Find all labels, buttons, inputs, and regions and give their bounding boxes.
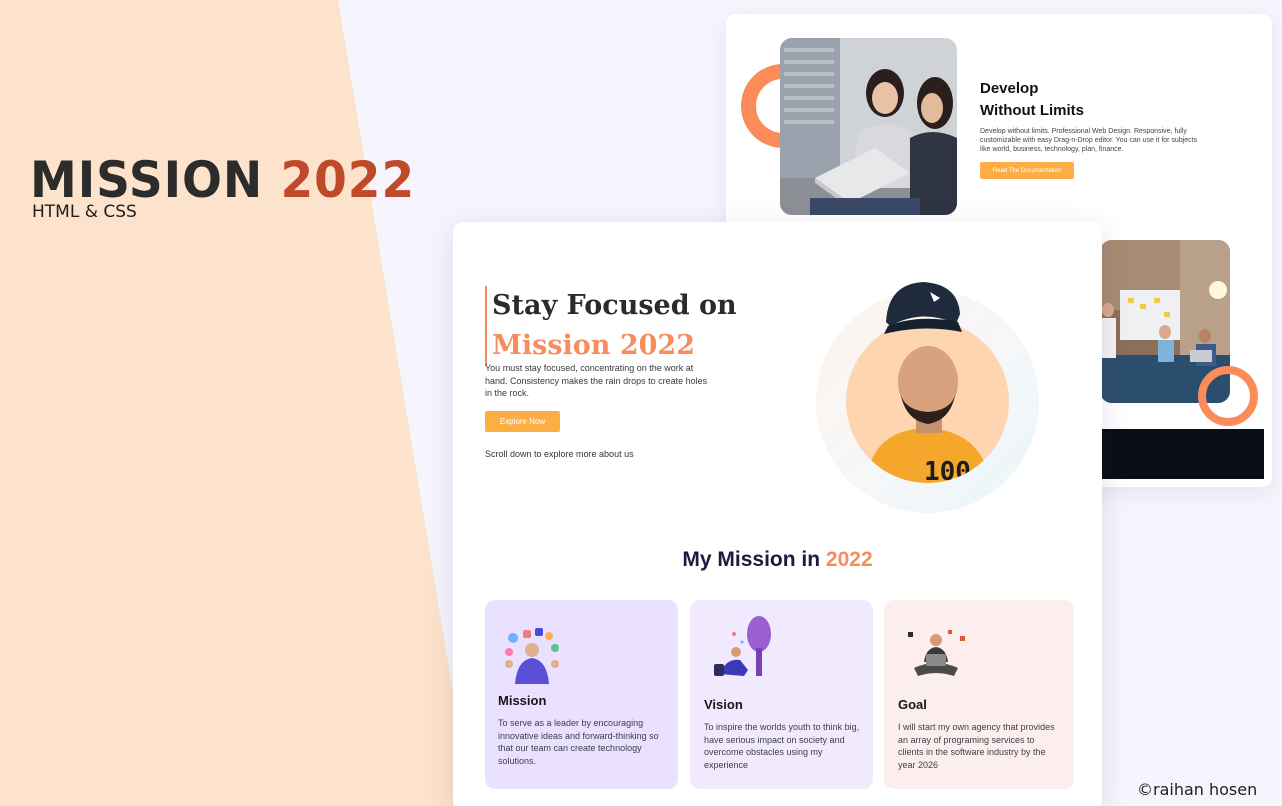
hero-heading: Stay Focused on Mission 2022	[485, 286, 737, 366]
front-preview-card: Stay Focused on Mission 2022 You must st…	[453, 222, 1102, 806]
brand-title-word: MISSION	[30, 151, 264, 209]
develop-title: Develop Without Limits	[980, 78, 1084, 122]
meditating-person-icon	[908, 630, 965, 676]
develop-description: Develop without limits. Professional Web…	[980, 128, 1198, 153]
tree-reading-person-icon	[714, 616, 771, 676]
mission-section-heading: My Mission in 2022	[453, 548, 1102, 572]
portrait-photo: 100	[846, 320, 1009, 483]
vision-card-text: To inspire the worlds youth to think big…	[704, 722, 860, 770]
develop-title-line1: Develop	[980, 80, 1039, 97]
goal-card-title: Goal	[898, 697, 927, 712]
brand-title: MISSION 2022	[30, 150, 415, 210]
mission-card-text: To serve as a leader by encouraging inno…	[498, 718, 659, 766]
mission-heading-text: My Mission in	[682, 548, 821, 571]
mission-card-title: Mission	[498, 693, 547, 708]
hero-heading-line2: Mission 2022	[492, 330, 695, 361]
cap-icon	[884, 282, 962, 334]
vision-card-title: Vision	[704, 697, 743, 712]
goal-card: Goal I will start my own agency that pro…	[884, 600, 1074, 789]
hero-description: You must stay focused, concentrating on …	[485, 363, 708, 398]
mission-card: Mission To serve as a leader by encourag…	[485, 600, 678, 789]
brand-title-year: 2022	[280, 151, 416, 209]
read-documentation-button[interactable]: Read The Documentation	[980, 162, 1074, 179]
goal-card-text: I will start my own agency that provides…	[898, 722, 1055, 770]
dark-footer-band	[1100, 429, 1264, 479]
small-orange-ring-decoration	[1198, 366, 1258, 426]
brand-block: MISSION 2022 HTML & CSS	[30, 150, 440, 222]
svg-text:100: 100	[924, 457, 971, 483]
explore-now-button[interactable]: Explore Now	[485, 411, 560, 432]
develop-title-line2: Without Limits	[980, 102, 1085, 119]
juggling-person-icon	[505, 628, 559, 684]
mission-heading-year: 2022	[825, 548, 873, 571]
vision-card: Vision To inspire the worlds youth to th…	[690, 600, 873, 789]
hero-heading-line1: Stay Focused on	[492, 290, 737, 321]
students-laptop-photo	[780, 38, 957, 215]
scroll-hint: Scroll down to explore more about us	[485, 449, 634, 459]
author-credit: ©raihan hosen	[1137, 780, 1258, 799]
